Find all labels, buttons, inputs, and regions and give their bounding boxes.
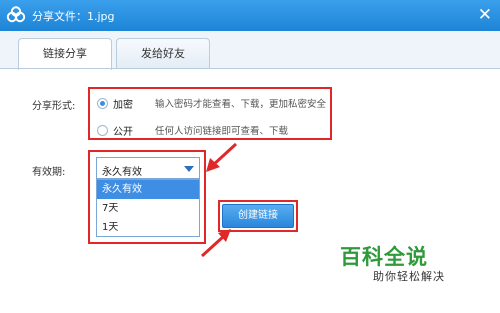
- validity-dropdown: 永久有效 7天 1天: [96, 179, 200, 237]
- validity-option-7days[interactable]: 7天: [97, 199, 199, 218]
- validity-option-1day[interactable]: 1天: [97, 218, 199, 237]
- radio-encrypted-label: 加密: [113, 99, 133, 111]
- cloud-logo-icon: [6, 6, 26, 23]
- radio-public-row[interactable]: 公开 任何人访问链接即可查看、下载: [97, 122, 288, 138]
- arrow-icon: [200, 229, 231, 258]
- radio-public-label: 公开: [113, 126, 133, 138]
- create-link-button[interactable]: 创建链接: [222, 204, 294, 228]
- watermark-logo: 百科全说: [340, 245, 428, 269]
- radio-icon[interactable]: [97, 97, 108, 109]
- watermark-slogan: 助你轻松解决: [373, 270, 445, 283]
- validity-select[interactable]: 永久有效: [96, 157, 200, 179]
- radio-icon[interactable]: [97, 124, 108, 136]
- caret-down-icon[interactable]: [184, 166, 194, 172]
- tab-strip: 链接分享 发给好友: [0, 31, 500, 70]
- radio-encrypted-row[interactable]: 加密 输入密码才能查看、下载，更加私密安全: [97, 95, 326, 111]
- title-bar: 分享文件：1.jpg ✕: [0, 0, 500, 31]
- arrow-icon: [206, 142, 238, 172]
- validity-select-value: 永久有效: [102, 167, 142, 178]
- window-title: 分享文件：1.jpg: [32, 10, 115, 23]
- watermark: 百科全说 助你轻松解决: [340, 238, 490, 290]
- validity-label: 有效期:: [32, 167, 66, 178]
- radio-encrypted-description: 输入密码才能查看、下载，更加私密安全: [155, 99, 327, 110]
- radio-public-description: 任何人访问链接即可查看、下载: [155, 126, 289, 137]
- close-icon[interactable]: ✕: [478, 4, 492, 26]
- tab-link-share[interactable]: 链接分享: [18, 38, 112, 70]
- validity-option-forever[interactable]: 永久有效: [97, 180, 199, 199]
- share-form-label: 分享形式:: [32, 101, 76, 112]
- tab-divider: [0, 68, 500, 69]
- tab-send-to-friends[interactable]: 发给好友: [116, 38, 210, 69]
